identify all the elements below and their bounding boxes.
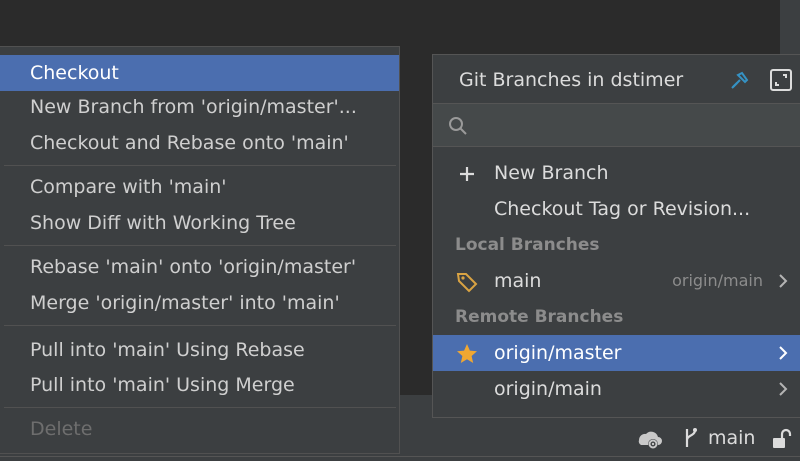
branch-search-field[interactable] [433,103,800,147]
search-icon [449,117,467,135]
git-branches-popup: Git Branches in dstimer New Branch Check… [432,54,800,418]
menu-item-checkout-and-rebase[interactable]: Checkout and Rebase onto 'main' [0,125,399,161]
plus-icon [460,167,474,181]
chevron-right-icon [779,346,788,360]
remote-branch-origin-master[interactable]: origin/master [433,335,800,371]
menu-separator [4,325,396,326]
star-icon [457,344,477,363]
branch-label: main [494,270,542,292]
menu-separator [4,245,396,246]
chevron-right-icon [779,274,788,288]
database-settings-icon[interactable] [636,428,662,450]
branch-context-menu: Checkout New Branch from 'origin/master'… [0,46,400,454]
menu-item-pull-rebase[interactable]: Pull into 'main' Using Rebase [0,332,399,368]
menu-item-compare-with[interactable]: Compare with 'main' [0,169,399,205]
popup-title: Git Branches in dstimer [459,69,684,91]
unlock-icon[interactable] [770,428,792,450]
menu-separator [4,407,396,408]
checkout-tag-label: Checkout Tag or Revision... [494,198,751,220]
menu-item-delete: Delete [30,418,93,440]
status-branch-label[interactable]: main [708,426,755,450]
tag-icon [456,273,478,293]
status-bar-edge [0,456,800,461]
branch-label: origin/master [494,342,622,364]
menu-item-rebase[interactable]: Rebase 'main' onto 'origin/master' [0,249,399,285]
menu-item-merge[interactable]: Merge 'origin/master' into 'main' [0,285,399,321]
remote-branch-origin-main[interactable]: origin/main [433,371,800,407]
new-branch-action[interactable]: New Branch [433,155,800,191]
menu-item-new-branch-from[interactable]: New Branch from 'origin/master'... [0,89,399,125]
checkout-tag-action[interactable]: Checkout Tag or Revision... [433,191,800,227]
local-branches-header: Local Branches [455,235,600,255]
git-branch-icon[interactable] [682,426,700,450]
menu-separator [4,165,396,166]
menu-item-pull-merge[interactable]: Pull into 'main' Using Merge [0,367,399,403]
tracking-branch-label: origin/main [672,271,763,290]
new-branch-label: New Branch [494,162,609,184]
branch-label: origin/main [494,378,602,400]
menu-item-show-diff[interactable]: Show Diff with Working Tree [0,205,399,241]
expand-icon[interactable] [769,68,793,92]
pin-icon[interactable] [729,69,751,91]
chevron-right-icon [779,382,788,396]
menu-item-checkout[interactable]: Checkout [0,55,399,91]
remote-branches-header: Remote Branches [455,307,624,327]
local-branch-main[interactable]: main origin/main [433,263,800,299]
